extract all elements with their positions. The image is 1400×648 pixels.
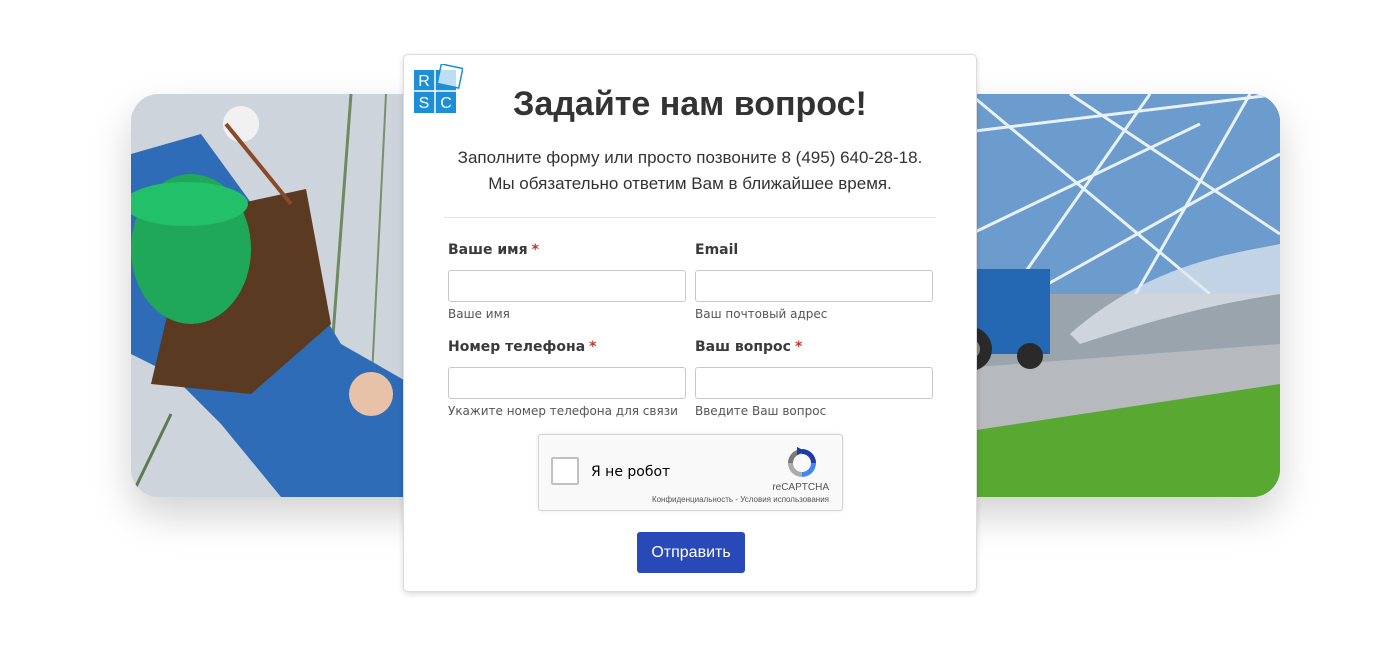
question-label-text: Ваш вопрос [695,339,791,355]
name-hint: Ваше имя [448,307,510,321]
email-label: Email [695,242,933,262]
email-label-text: Email [695,242,739,258]
question-hint: Введите Ваш вопрос [695,404,827,418]
phone-input[interactable] [448,367,686,399]
subtitle-line-1: Заполните форму или просто позвоните 8 (… [457,148,923,167]
email-hint: Ваш почтовый адрес [695,307,828,321]
submit-button[interactable]: Отправить [637,532,745,573]
name-label-text: Ваше имя [448,242,528,258]
name-label: Ваше имя * [448,242,686,262]
contact-form-card: R S C Задайте нам вопрос! Заполните форм… [403,54,977,592]
recaptcha-links[interactable]: Конфиденциальность - Условия использован… [652,495,829,504]
required-marker: * [531,242,539,258]
phone-label-text: Номер телефона [448,339,586,355]
phone-field: Номер телефона * Укажите номер телефона д… [448,339,686,418]
name-input[interactable] [448,270,686,302]
name-field: Ваше имя * Ваше имя [448,242,686,321]
form-subtitle: Заполните форму или просто позвоните 8 (… [404,145,976,197]
building-watering-photo [950,94,1280,497]
phone-hint: Укажите номер телефона для связи [448,404,678,418]
email-field: Email Ваш почтовый адрес [695,242,933,321]
window-cleaner-photo [131,94,431,497]
question-input[interactable] [695,367,933,399]
subtitle-line-2: Мы обязательно ответим Вам в ближайшее в… [488,174,892,193]
question-label: Ваш вопрос * [695,339,933,359]
phone-label: Номер телефона * [448,339,686,359]
recaptcha-brand: reCAPTCHA [772,482,829,493]
email-input[interactable] [695,270,933,302]
recaptcha-icon [788,447,816,477]
question-field: Ваш вопрос * Введите Ваш вопрос [695,339,933,418]
required-marker: * [794,339,803,355]
form-title: Задайте нам вопрос! [513,85,867,123]
required-marker: * [589,339,597,355]
recaptcha-widget: Я не робот reCAPTCHA Конфиденциальность … [538,434,843,511]
recaptcha-checkbox[interactable] [551,457,579,485]
divider [444,217,936,218]
recaptcha-label: Я не робот [591,464,671,480]
